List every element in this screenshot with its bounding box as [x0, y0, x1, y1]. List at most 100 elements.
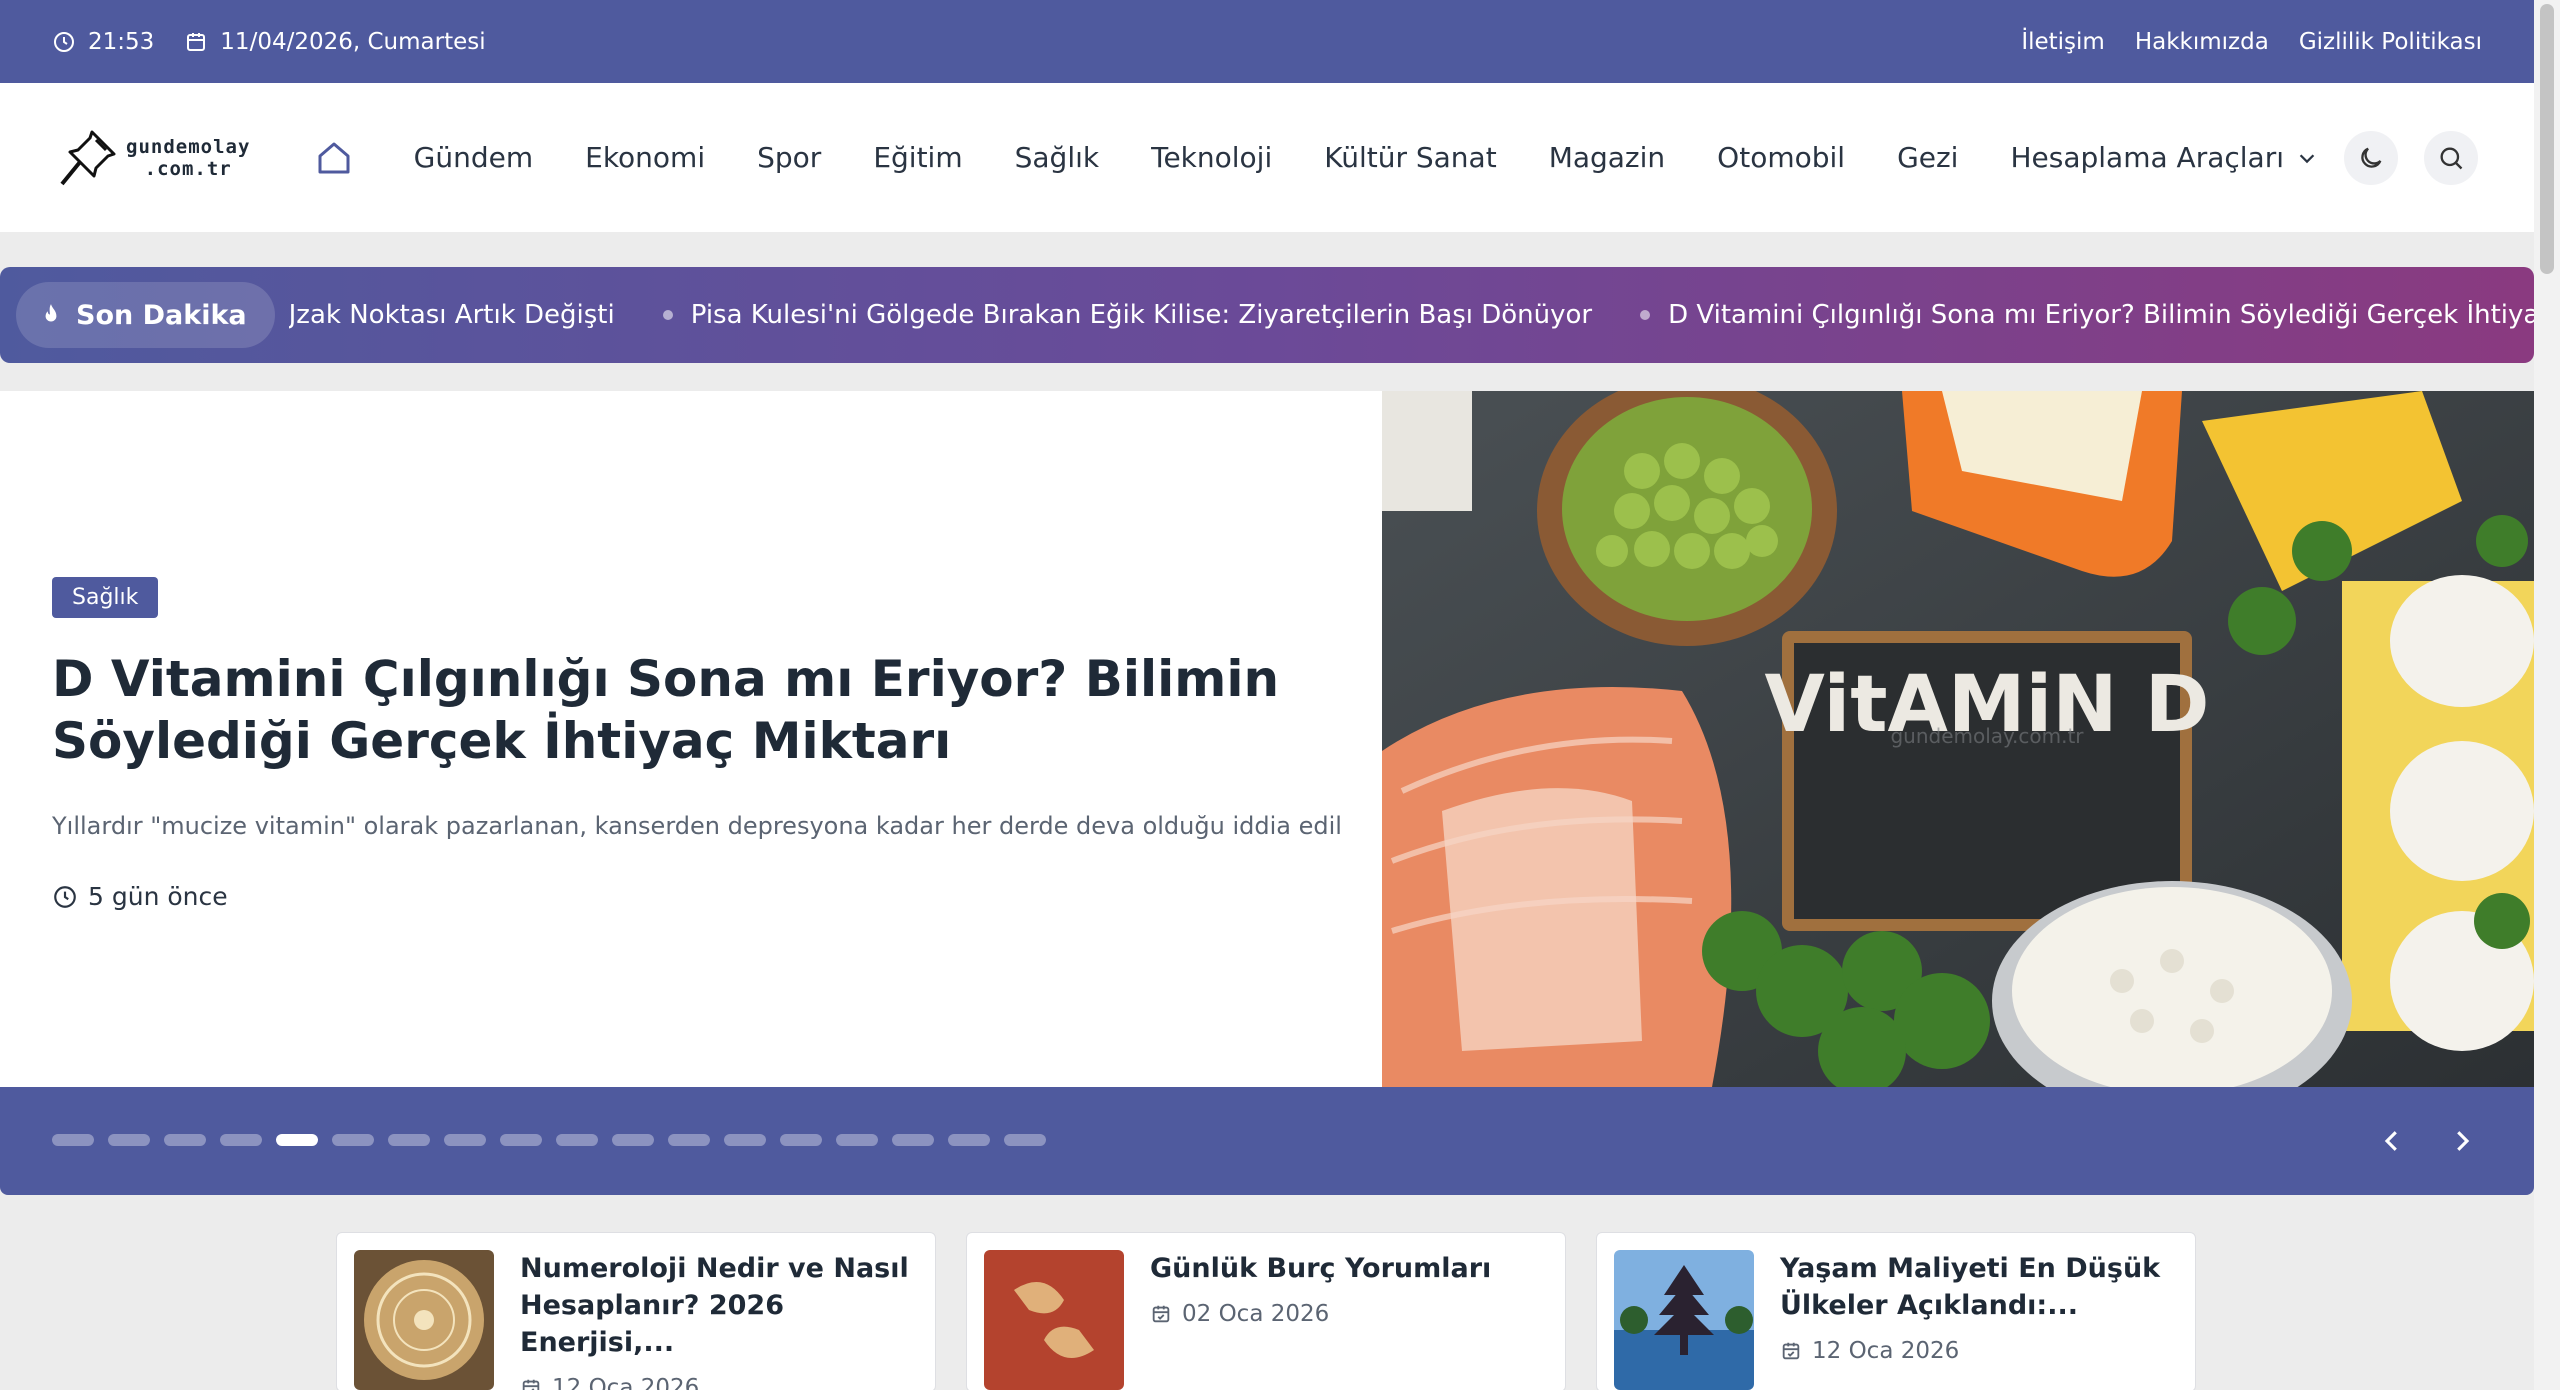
nav-gezi[interactable]: Gezi	[1871, 141, 1984, 174]
search-button[interactable]	[2424, 130, 2478, 185]
prev-slide-button[interactable]	[2374, 1117, 2410, 1165]
pin-logo-icon	[60, 130, 116, 185]
site-header: gundemolay .com.tr Gündem Ekonomi Spor E…	[0, 83, 2534, 232]
card-thumbnail	[354, 1250, 494, 1390]
clock-icon	[54, 885, 76, 908]
current-time: 21:53	[52, 29, 154, 55]
card-content: Yaşam Maliyeti En Düşük Ülkeler Açıkland…	[1780, 1250, 2178, 1374]
image-watermark: gundemolay.com.tr	[1890, 724, 2084, 748]
slider-dot[interactable]	[724, 1134, 766, 1146]
search-icon	[2440, 147, 2463, 169]
card-date: 12 Oca 2026	[520, 1375, 918, 1390]
chevron-down-icon	[2299, 153, 2315, 163]
top-bar-info: 21:53 11/04/2026, Cumartesi	[52, 29, 486, 55]
card-date: 12 Oca 2026	[1780, 1338, 2178, 1364]
card-content: Numeroloji Nedir ve Nasıl Hesaplanır? 20…	[520, 1250, 918, 1390]
header-actions	[2344, 130, 2478, 185]
link-iletisim[interactable]: İletişim	[2021, 29, 2105, 55]
logo-line-1: gundemolay	[126, 135, 251, 158]
scrollbar-thumb[interactable]	[2540, 4, 2554, 274]
slider-dot[interactable]	[500, 1134, 542, 1146]
card-date: 02 Oca 2026	[1150, 1301, 1491, 1327]
slider-dot[interactable]	[220, 1134, 262, 1146]
slider-dot[interactable]	[164, 1134, 206, 1146]
site-logo[interactable]: gundemolay .com.tr	[56, 126, 264, 190]
nav-magazin[interactable]: Magazin	[1523, 141, 1691, 174]
nav-kultur-sanat[interactable]: Kültür Sanat	[1298, 141, 1522, 174]
chevron-left-icon	[2384, 1131, 2397, 1151]
hero-time: 5 gün önce	[52, 882, 1342, 911]
logo-text: gundemolay .com.tr	[126, 136, 250, 180]
card-date-text: 12 Oca 2026	[552, 1375, 700, 1390]
slider-dot[interactable]	[108, 1134, 150, 1146]
ticker-item-text: Jzak Noktası Artık Değişti	[288, 300, 615, 330]
slider-dot[interactable]	[836, 1134, 878, 1146]
numerology-thumb	[354, 1250, 494, 1390]
home-icon[interactable]	[314, 138, 354, 178]
article-card[interactable]: Numeroloji Nedir ve Nasıl Hesaplanır? 20…	[336, 1232, 936, 1390]
card-title[interactable]: Yaşam Maliyeti En Düşük Ülkeler Açıkland…	[1780, 1250, 2178, 1324]
hero-category-badge[interactable]: Sağlık	[52, 577, 159, 618]
nav-otomobil[interactable]: Otomobil	[1691, 141, 1871, 174]
slider-dot[interactable]	[892, 1134, 934, 1146]
nav-egitim[interactable]: Eğitim	[847, 141, 988, 174]
featured-cards: Numeroloji Nedir ve Nasıl Hesaplanır? 20…	[336, 1232, 2196, 1390]
vitamin-d-food-image: VitAMiN D gundemolay.com.tr	[1382, 391, 2534, 1087]
breaking-news-ticker: Son Dakika Jzak Noktası Artık Değişti Pi…	[0, 267, 2534, 363]
slider-dot[interactable]	[668, 1134, 710, 1146]
card-content: Günlük Burç Yorumları 02 Oca 2026	[1150, 1250, 1491, 1374]
slider-dot[interactable]	[1004, 1134, 1046, 1146]
slider-dot[interactable]	[388, 1134, 430, 1146]
nav-spor[interactable]: Spor	[731, 141, 847, 174]
slider-dot[interactable]	[780, 1134, 822, 1146]
top-bar-links: İletişim Hakkımızda Gizlilik Politikası	[2021, 29, 2482, 55]
card-thumbnail	[984, 1250, 1124, 1390]
calendar-check-icon	[522, 1379, 540, 1390]
slider-dot[interactable]	[52, 1134, 94, 1146]
logo-line-2: .com.tr	[144, 157, 232, 180]
nav-teknoloji[interactable]: Teknoloji	[1125, 141, 1298, 174]
slider-arrows	[2374, 1117, 2480, 1165]
slider-dot[interactable]	[332, 1134, 374, 1146]
nav-ekonomi[interactable]: Ekonomi	[559, 141, 731, 174]
link-hakkimizda[interactable]: Hakkımızda	[2135, 29, 2269, 55]
article-card[interactable]: Yaşam Maliyeti En Düşük Ülkeler Açıkland…	[1596, 1232, 2196, 1390]
ticker-item-text: D Vitamini Çılgınlığı Sona mı Eriyor? Bi…	[1668, 300, 2534, 330]
chevron-right-icon	[2457, 1131, 2470, 1151]
card-title[interactable]: Günlük Burç Yorumları	[1150, 1250, 1491, 1287]
calendar-check-icon	[1782, 1342, 1800, 1360]
moon-icon	[2361, 147, 2382, 168]
slider-dot[interactable]	[612, 1134, 654, 1146]
article-card[interactable]: Günlük Burç Yorumları 02 Oca 2026	[966, 1232, 1566, 1390]
nav-saglik[interactable]: Sağlık	[989, 141, 1125, 174]
fire-icon	[45, 304, 57, 322]
hero-image[interactable]: VitAMiN D gundemolay.com.tr	[1382, 391, 2534, 1087]
hero-text: Sağlık D Vitamini Çılgınlığı Sona mı Eri…	[52, 577, 1342, 911]
card-date-text: 12 Oca 2026	[1812, 1338, 1960, 1364]
card-title[interactable]: Numeroloji Nedir ve Nasıl Hesaplanır? 20…	[520, 1250, 918, 1361]
next-slide-button[interactable]	[2444, 1117, 2480, 1165]
link-gizlilik[interactable]: Gizlilik Politikası	[2299, 29, 2482, 55]
ticker-item[interactable]: Jzak Noktası Artık Değişti	[289, 300, 663, 330]
dark-mode-button[interactable]	[2344, 130, 2398, 185]
date-text: 11/04/2026, Cumartesi	[220, 28, 486, 55]
page-scrollbar[interactable]	[2534, 0, 2560, 1390]
hero-title[interactable]: D Vitamini Çılgınlığı Sona mı Eriyor? Bi…	[52, 648, 1342, 772]
ticker-item[interactable]: D Vitamini Çılgınlığı Sona mı Eriyor? Bi…	[1640, 300, 2534, 330]
slider-dot[interactable]	[276, 1134, 318, 1146]
top-bar: 21:53 11/04/2026, Cumartesi İletişim Hak…	[0, 0, 2534, 83]
nav-gundem[interactable]: Gündem	[388, 141, 559, 174]
card-thumbnail	[1614, 1250, 1754, 1390]
ticker-item-text: Pisa Kulesi'ni Gölgede Bırakan Eğik Kili…	[690, 300, 1593, 330]
calendar-check-icon	[1152, 1305, 1170, 1323]
breaking-label: Son Dakika	[76, 299, 247, 331]
hero-excerpt: Yıllardır "mucize vitamin" olarak pazarl…	[52, 812, 1342, 840]
slider-dot[interactable]	[556, 1134, 598, 1146]
slider-dot[interactable]	[948, 1134, 990, 1146]
ticker-item[interactable]: Pisa Kulesi'ni Gölgede Bırakan Eğik Kili…	[662, 300, 1640, 330]
time-text: 21:53	[88, 28, 155, 55]
slider-dot[interactable]	[444, 1134, 486, 1146]
nav-hesaplama-dropdown[interactable]: Hesaplama Araçları	[1984, 141, 2344, 174]
main-nav: Gündem Ekonomi Spor Eğitim Sağlık Teknol…	[314, 138, 2344, 178]
card-date-text: 02 Oca 2026	[1182, 1301, 1330, 1327]
